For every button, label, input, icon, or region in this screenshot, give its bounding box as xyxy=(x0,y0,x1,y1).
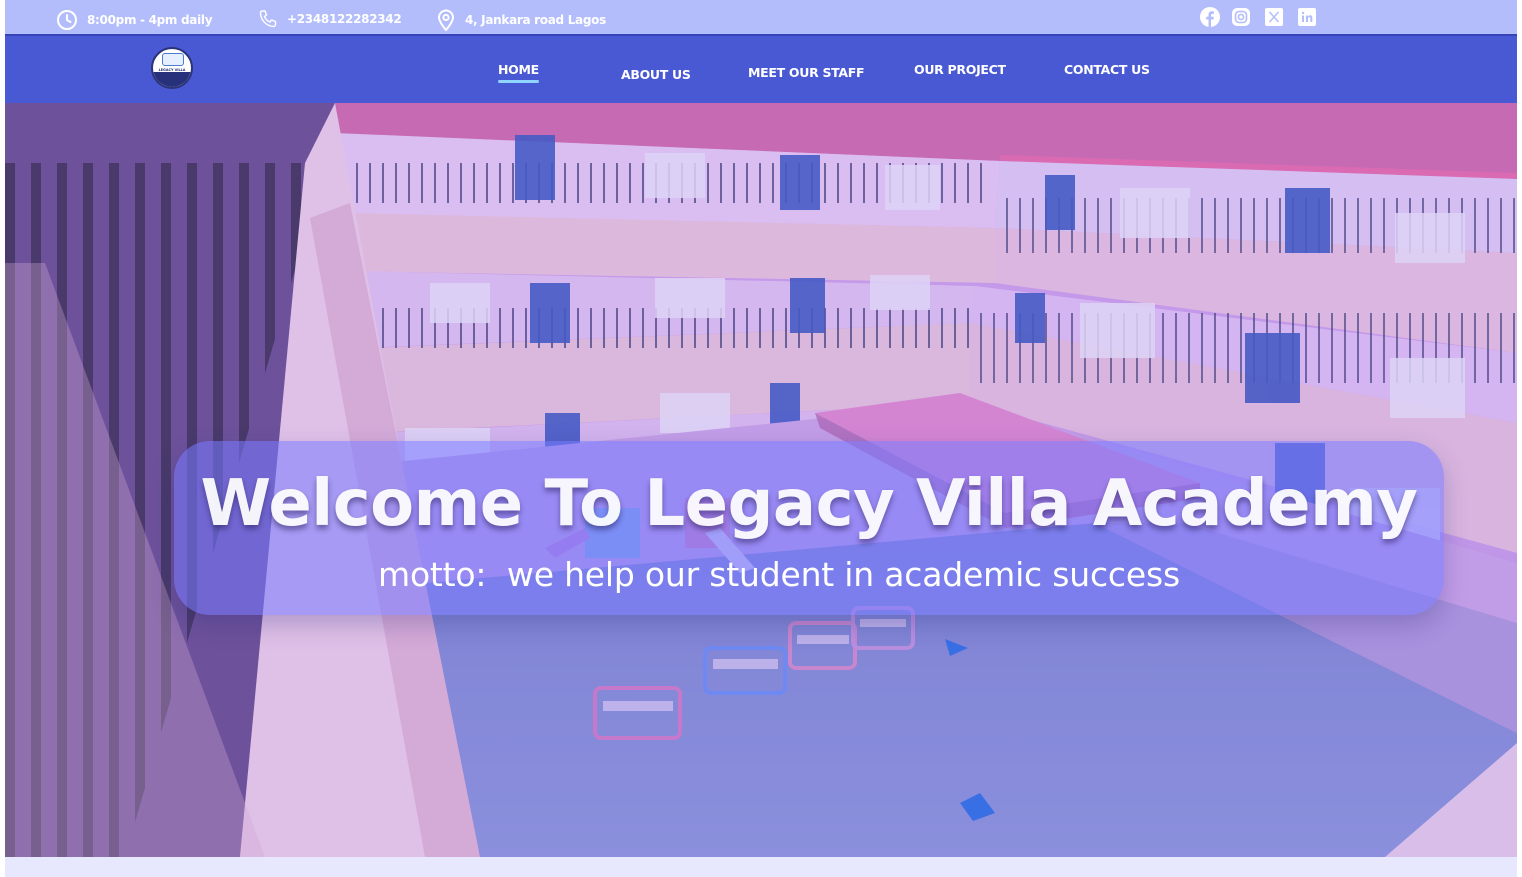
phone-number[interactable]: +2348122282342 xyxy=(258,9,402,29)
nav-contact-us[interactable]: CONTACT US xyxy=(1064,62,1150,77)
address: 4, Jankara road Lagos xyxy=(436,9,606,31)
nav-about-us[interactable]: ABOUT US xyxy=(621,67,691,82)
phone-number-text: +2348122282342 xyxy=(287,12,402,26)
facebook-icon[interactable] xyxy=(1199,6,1221,28)
main-navigation: LEGACY VILLA SCHOOLS HOME ABOUT US MEET … xyxy=(5,34,1517,103)
welcome-banner: Welcome To Legacy Villa Academy motto: w… xyxy=(174,441,1444,615)
logo-band xyxy=(153,72,191,87)
x-icon[interactable] xyxy=(1263,6,1285,28)
clock-icon xyxy=(57,10,77,30)
hero-headline: Welcome To Legacy Villa Academy xyxy=(200,467,1418,541)
address-text: 4, Jankara road Lagos xyxy=(465,13,606,27)
page: 8:00pm - 4pm daily +2348122282342 4, Jan… xyxy=(5,0,1517,877)
location-pin-icon xyxy=(437,9,455,31)
logo-emblem xyxy=(162,53,184,66)
nav-our-project[interactable]: OUR PROJECT xyxy=(914,62,1006,77)
opening-hours-text: 8:00pm - 4pm daily xyxy=(87,13,213,27)
opening-hours: 8:00pm - 4pm daily xyxy=(56,9,213,31)
linkedin-icon[interactable] xyxy=(1296,6,1318,28)
phone-icon xyxy=(259,10,277,28)
bottom-strip xyxy=(5,857,1517,877)
school-logo[interactable]: LEGACY VILLA SCHOOLS xyxy=(151,47,193,89)
hero-motto: motto: we help our student in academic s… xyxy=(378,555,1180,594)
hero-section: Welcome To Legacy Villa Academy motto: w… xyxy=(5,103,1517,857)
instagram-icon[interactable] xyxy=(1230,6,1252,28)
nav-meet-our-staff[interactable]: MEET OUR STAFF xyxy=(748,65,865,80)
top-info-bar: 8:00pm - 4pm daily +2348122282342 4, Jan… xyxy=(5,0,1517,34)
nav-home[interactable]: HOME xyxy=(498,62,539,83)
